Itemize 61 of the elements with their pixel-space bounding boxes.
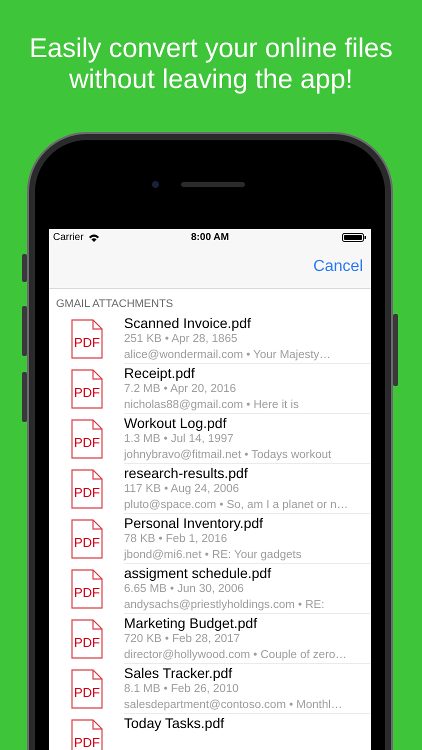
speaker-slot xyxy=(181,182,245,187)
file-name: Sales Tracker.pdf xyxy=(124,665,234,682)
file-name: Personal Inventory.pdf xyxy=(124,515,264,532)
file-sender: jbond@mi6.net • RE: Your gadgets xyxy=(124,548,302,562)
headline-text: without leaving the app! xyxy=(68,64,354,95)
file-type-label: PDF xyxy=(74,735,100,750)
file-name: assigment schedule.pdf xyxy=(124,565,272,582)
battery-icon xyxy=(342,232,367,242)
file-icon xyxy=(71,619,103,659)
file-icon xyxy=(71,669,103,709)
file-meta: 720 KB • Feb 28, 2017 xyxy=(124,632,241,647)
wifi-icon xyxy=(88,232,100,242)
file-type-label: PDF xyxy=(74,385,100,400)
file-name: Today Tasks.pdf xyxy=(124,715,226,732)
file-meta: 8.1 MB • Feb 26, 2010 xyxy=(124,682,240,697)
file-meta: 7.2 MB • Apr 20, 2016 xyxy=(124,382,238,397)
file-name: Workout Log.pdf xyxy=(124,415,228,432)
headline-text: Easily convert your online files xyxy=(28,33,394,64)
file-icon xyxy=(71,369,103,409)
camera-lens xyxy=(152,181,159,188)
file-icon xyxy=(71,519,103,559)
file-meta: 78 KB • Feb 1, 2016 xyxy=(124,532,228,547)
cancel-button[interactable]: Cancel xyxy=(313,258,363,276)
file-icon xyxy=(71,569,103,609)
file-row[interactable]: PDF research-results.pdf 117 KB • Aug 24, 2006 pluto@space.com • So, am I a planet or n… xyxy=(49,464,371,514)
file-row[interactable]: PDF assigment schedule.pdf 6.65 MB • Jun 30, 2006 andysachs@priestlyholdings.com • RE: xyxy=(49,564,371,614)
file-row[interactable]: PDF Workout Log.pdf 1.3 MB • Jul 14, 1997 johnybravo@fitmail.net • Todays workout xyxy=(49,414,371,464)
file-icon xyxy=(71,469,103,509)
file-row[interactable]: PDF Personal Inventory.pdf 78 KB • Feb 1, 2016 jbond@mi6.net • RE: Your gadgets xyxy=(49,514,371,564)
file-sender: alice@wondermail.com • Your Majesty… xyxy=(124,348,332,362)
file-sender: johnybravo@fitmail.net • Todays workout xyxy=(124,448,332,462)
file-icon xyxy=(71,319,103,359)
file-type-label: PDF xyxy=(74,685,100,700)
file-sender: andysachs@priestlyholdings.com • RE: xyxy=(124,598,326,612)
file-row[interactable]: PDF Marketing Budget.pdf 720 KB • Feb 28, 2017 director@hollywood.com • Couple of zero… xyxy=(49,614,371,664)
file-type-label: PDF xyxy=(74,435,100,450)
file-type-label: PDF xyxy=(74,535,100,550)
file-meta: 1.3 MB • Jul 14, 1997 xyxy=(124,432,235,447)
file-name: research-results.pdf xyxy=(124,465,249,482)
file-icon xyxy=(71,419,103,459)
status-time: 8:00 AM xyxy=(191,232,229,242)
file-row[interactable]: PDF Today Tasks.pdf xyxy=(49,714,371,750)
carrier-label: Carrier xyxy=(53,232,84,242)
section-header: GMAIL ATTACHMENTS xyxy=(55,297,174,312)
file-row[interactable]: PDF Sales Tracker.pdf 8.1 MB • Feb 26, 2010 salesdepartment@contoso.com • Monthl… xyxy=(49,664,371,714)
file-type-label: PDF xyxy=(74,485,100,500)
file-sender: director@hollywood.com • Couple of zero… xyxy=(124,648,348,662)
file-name: Receipt.pdf xyxy=(124,365,196,382)
file-meta: 251 KB • Apr 28, 1865 xyxy=(124,332,238,347)
file-sender: nicholas88@gmail.com • Here it is xyxy=(124,398,300,412)
file-row[interactable]: PDF Scanned Invoice.pdf 251 KB • Apr 28, 1865 alice@wondermail.com • Your Majesty… xyxy=(49,314,371,364)
file-type-label: PDF xyxy=(74,585,100,600)
file-sender: salesdepartment@contoso.com • Monthl… xyxy=(124,698,344,712)
file-row[interactable]: PDF Receipt.pdf 7.2 MB • Apr 20, 2016 nicholas88@gmail.com • Here it is xyxy=(49,364,371,414)
file-type-label: PDF xyxy=(74,335,100,350)
file-name: Scanned Invoice.pdf xyxy=(124,315,252,332)
file-name: Marketing Budget.pdf xyxy=(124,615,258,632)
file-type-label: PDF xyxy=(74,635,100,650)
file-meta: 6.65 MB • Jun 30, 2006 xyxy=(124,582,245,597)
file-meta: 117 KB • Aug 24, 2006 xyxy=(124,482,240,497)
file-sender: pluto@space.com • So, am I a planet or n… xyxy=(124,498,350,512)
